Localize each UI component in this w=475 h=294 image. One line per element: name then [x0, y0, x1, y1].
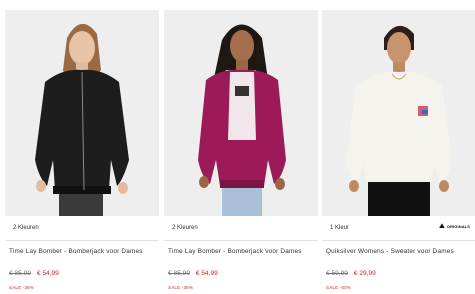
original-price: € 85,99	[9, 270, 31, 277]
color-count: 2 Kleuren	[13, 225, 39, 231]
sale-badge: SALE -36%	[168, 285, 194, 290]
price-row: € 85,99 € 54,99	[9, 270, 59, 277]
sale-price: € 54,99	[195, 270, 218, 277]
sale-badge: SALE -50%	[326, 285, 352, 290]
color-count: 1 Kleur	[330, 225, 350, 231]
product-title[interactable]: Time Lay Bomber - Bomberjack voor Dames	[9, 248, 155, 256]
quiksilver-mountain-icon: ⛰	[438, 223, 445, 230]
product-meta: 1 Kleur ⛰ ORIGINALS	[322, 218, 475, 241]
product-card[interactable]: 2 Kleuren Time Lay Bomber - Bomberjack v…	[164, 0, 318, 294]
color-count: 2 Kleuren	[172, 225, 198, 231]
product-meta: 2 Kleuren	[5, 218, 159, 241]
product-card[interactable]: 1 Kleur ⛰ ORIGINALS Quiksilver Womens - …	[322, 0, 475, 294]
black-bomber-jacket-photo	[5, 10, 159, 216]
sale-price: € 29,99	[353, 270, 376, 277]
brand-logo-text: ORIGINALS	[446, 223, 470, 229]
product-image[interactable]	[322, 10, 475, 216]
product-card[interactable]: 2 Kleuren Time Lay Bomber - Bomberjack v…	[5, 0, 159, 294]
product-image[interactable]	[164, 10, 318, 216]
original-price: € 85,99	[168, 270, 190, 277]
product-title[interactable]: Time Lay Bomber - Bomberjack voor Dames	[168, 248, 314, 256]
product-image[interactable]	[5, 10, 159, 216]
magenta-bomber-jacket-photo	[164, 10, 318, 216]
brand-logo: ⛰ ORIGINALS	[439, 223, 470, 230]
price-row: € 85,99 € 54,99	[168, 270, 218, 277]
product-meta: 2 Kleuren	[164, 218, 318, 241]
original-price: € 59,99	[326, 270, 348, 277]
product-grid: 2 Kleuren Time Lay Bomber - Bomberjack v…	[0, 0, 475, 294]
sale-badge: SALE -36%	[9, 285, 35, 290]
product-title[interactable]: Quiksilver Womens - Sweater voor Dames	[326, 248, 472, 256]
price-row: € 59,99 € 29,99	[326, 270, 376, 277]
white-sweater-photo	[322, 10, 475, 216]
sale-price: € 54,99	[36, 270, 59, 277]
